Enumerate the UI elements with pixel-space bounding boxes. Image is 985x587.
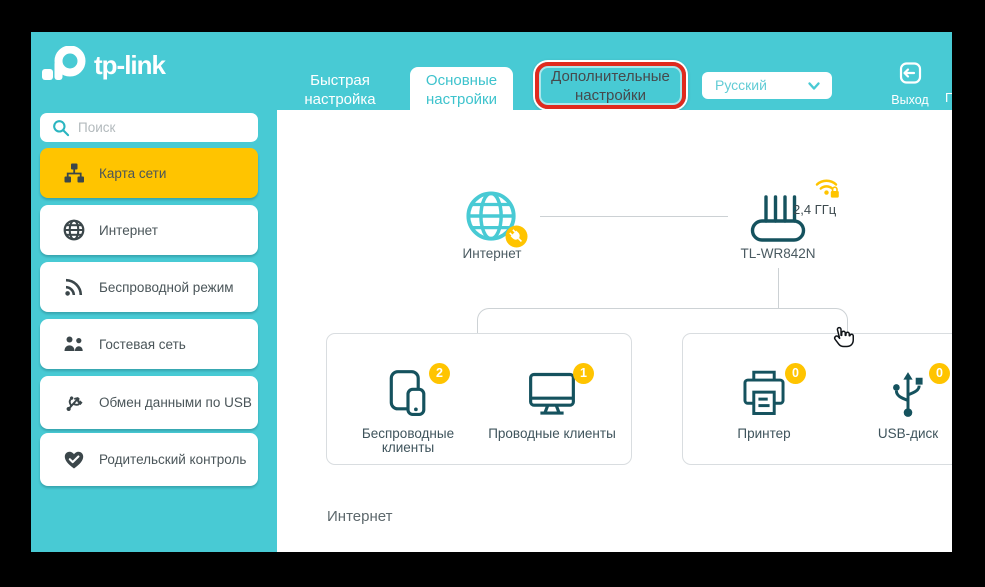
cursor-hand-icon — [829, 320, 859, 352]
logo-text: tp-link — [94, 50, 165, 81]
client-label: Принтер — [691, 427, 837, 441]
printer-item[interactable]: 0 Принтер — [691, 361, 837, 441]
tablet-phone-icon: 2 — [335, 361, 481, 421]
tab-advanced-label: Дополнительные настройки — [539, 67, 682, 105]
client-count-badge: 0 — [785, 363, 806, 384]
printer-icon: 0 — [691, 361, 837, 421]
sidebar-item-label: Родительский контроль — [99, 451, 246, 468]
monitor-icon: 1 — [479, 361, 625, 421]
tab-basic-settings[interactable]: Основные настройки — [410, 67, 513, 110]
internet-node-label: Интернет — [435, 246, 549, 261]
sidebar-item-guest-network[interactable]: Гостевая сеть — [40, 319, 258, 369]
network-map-panel: Интернет 2,4 ГГц TL-WR842N — [277, 110, 952, 552]
logout-button[interactable]: Выход — [880, 60, 940, 107]
router-node-label: TL-WR842N — [721, 246, 835, 261]
usb-share-icon — [61, 391, 87, 415]
sitemap-icon — [61, 161, 87, 185]
usb-icon: 0 — [835, 361, 952, 421]
tp-link-logo: tp-link — [40, 44, 240, 88]
clients-connector-bracket — [477, 308, 848, 334]
sidebar-item-internet[interactable]: Интернет — [40, 205, 258, 255]
client-count-badge: 2 — [429, 363, 450, 384]
search-input[interactable] — [40, 113, 258, 142]
usb-disk-item[interactable]: 0 USB-диск — [835, 361, 952, 441]
wireless-icon — [61, 275, 87, 299]
client-label: Беспроводные клиенты — [335, 427, 481, 455]
wireless-clients-item[interactable]: 2 Беспроводные клиенты — [335, 361, 481, 455]
language-dropdown[interactable]: Русский — [702, 72, 832, 99]
tab-quick-setup[interactable]: Быстрая настройка — [292, 71, 388, 109]
wifi-2g-icon — [814, 174, 841, 200]
sidebar-search — [40, 113, 258, 142]
sidebar-item-label: Беспроводной режим — [99, 279, 234, 296]
wired-clients-item[interactable]: 1 Проводные клиенты — [479, 361, 625, 441]
chevron-down-icon — [806, 78, 822, 94]
sidebar-item-label: Интернет — [99, 222, 158, 239]
sidebar-item-wireless[interactable]: Беспроводной режим — [40, 262, 258, 312]
guests-icon — [61, 332, 87, 356]
section-title: Интернет — [327, 508, 392, 525]
parental-control-icon — [61, 448, 87, 472]
globe-icon — [61, 218, 87, 242]
peripherals-card: 0 Принтер — [682, 333, 952, 465]
client-count-badge: 1 — [573, 363, 594, 384]
logout-label: Выход — [880, 93, 940, 107]
sidebar-item-usb-sharing[interactable]: Обмен данными по USB — [40, 376, 258, 429]
sidebar-item-parental-control[interactable]: Родительский контроль — [40, 433, 258, 486]
client-label: USB-диск — [835, 427, 952, 441]
language-value: Русский — [715, 77, 767, 93]
clients-card: 2 Беспроводные клиенты 1 Проводные клиен — [326, 333, 632, 465]
sidebar-item-label: Гостевая сеть — [99, 336, 186, 353]
router-admin-window: tp-link Быстрая настройка Основные настр… — [31, 32, 952, 552]
router-drop-line — [778, 268, 779, 308]
client-label: Проводные клиенты — [479, 427, 625, 441]
wan-link-line — [540, 216, 728, 217]
wifi-band-label: 2,4 ГГц — [793, 202, 863, 217]
sidebar-item-network-map[interactable]: Карта сети — [40, 148, 258, 198]
tp-link-logo-icon — [40, 46, 90, 86]
header-item-clipped[interactable]: П — [945, 90, 952, 105]
sidebar-item-label: Карта сети — [99, 165, 166, 182]
logout-icon — [897, 60, 923, 86]
connection-plug-badge-icon — [505, 225, 528, 248]
sidebar-item-label: Обмен данными по USB — [99, 394, 252, 411]
tab-advanced-settings[interactable]: Дополнительные настройки — [535, 62, 686, 109]
client-count-badge: 0 — [929, 363, 950, 384]
